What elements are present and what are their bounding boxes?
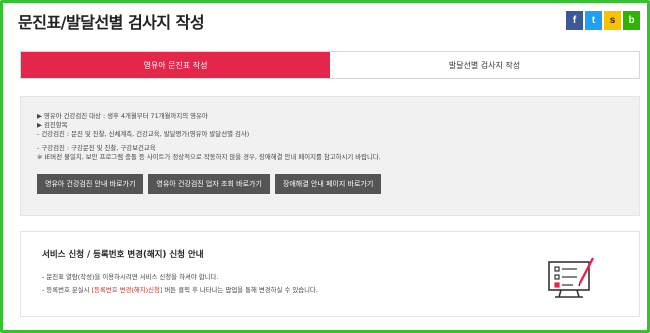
kakaostory-share-icon[interactable]: s [604,11,621,30]
checkup-clinic-search-button[interactable]: 영유아 건강검진 업자 조회 바로가기 [148,174,270,194]
share-bar: f t s b [566,11,640,30]
service-line-2-suffix: 버튼 클릭 후 나타나는 팝업을 통해 변경하실 수 있습니다. [162,286,318,294]
registration-change-link[interactable]: [등록번호 변경(해지)신청] [92,286,163,294]
tab-infant-questionnaire[interactable]: 영유아 문진표 작성 [21,52,330,78]
infant-checkup-guide-button[interactable]: 영유아 건강검진 안내 바로가기 [37,174,144,194]
page-title: 문진표/발달선별 검사지 작성 [18,13,205,32]
tab-bar: 영유아 문진표 작성 발달선별 검사지 작성 [20,51,640,79]
info-panel: ▶ 영유아 건강검진 대상 : 생후 4개월부터 71개월까지의 영유아 ▶ 검… [20,96,640,216]
service-panel: 서비스 신청 / 등록번호 변경(해지) 신청 안내 - 문진표 열람(작성)을… [20,231,640,317]
service-line-2-prefix: - 등록번호 분실시 [42,286,92,294]
troubleshooting-guide-button[interactable]: 장애해결 안내 페이지 바로가기 [274,174,382,194]
tab-development-screening[interactable]: 발달선별 검사지 작성 [330,52,639,78]
twitter-share-icon[interactable]: t [585,11,602,30]
info-dental-exam-line: - 구강검진 : 구강문진 및 진찰, 구강보건교육 [37,144,156,152]
band-share-icon[interactable]: b [623,11,640,30]
info-button-row: 영유아 건강검진 안내 바로가기 영유아 건강검진 업자 조회 바로가기 장애해… [37,174,639,194]
info-target-line: ▶ 영유아 건강검진 대상 : 생후 4개월부터 71개월까지의 영유아 [37,112,208,120]
info-notice-line: ※ IE버전 불일치, 보안 프로그램 충돌 등 사이트가 정상적으로 작동하지… [37,153,381,161]
monitor-checklist-icon [548,257,595,298]
info-items-heading: ▶ 검진항목 [37,121,68,129]
facebook-share-icon[interactable]: f [566,11,583,30]
info-health-exam-line: - 건강검진 : 문진 및 진찰, 신체계측, 건강교육, 발달평가(영유아 발… [37,130,250,138]
